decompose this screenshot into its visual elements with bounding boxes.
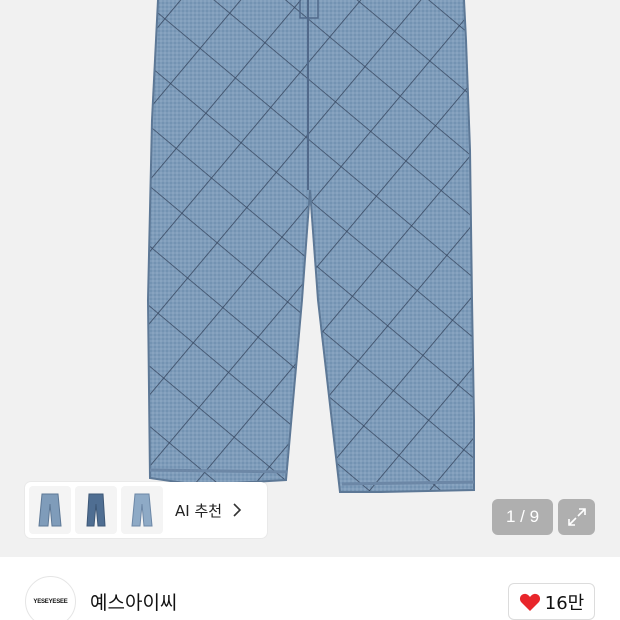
jeans-illustration [146,0,475,493]
recommendation-thumbnail [29,486,71,534]
like-count: 16만 [544,592,585,614]
brand-logo-text: YESEYESEE [33,598,68,605]
heart-icon [519,593,540,611]
brand-logo[interactable]: YESEYESEE [25,576,76,620]
expand-icon [567,508,586,526]
chevron-right-icon [232,503,242,517]
recommendation-thumbnail [75,486,117,534]
brand-name[interactable]: 예스아이씨 [90,588,177,615]
jeans-thumb-1 [38,493,62,527]
expand-button[interactable] [558,499,595,535]
jeans-thumb-3 [131,493,153,527]
product-image[interactable] [0,0,620,557]
ai-recommendation-button[interactable]: AI 추천 [25,482,267,538]
recommendation-thumbnail [121,486,163,534]
like-button[interactable]: 16만 [508,583,595,620]
jeans-thumb-2 [86,493,106,527]
ai-recommend-label: AI 추천 [175,501,223,520]
image-counter: 1 / 9 [492,499,553,535]
